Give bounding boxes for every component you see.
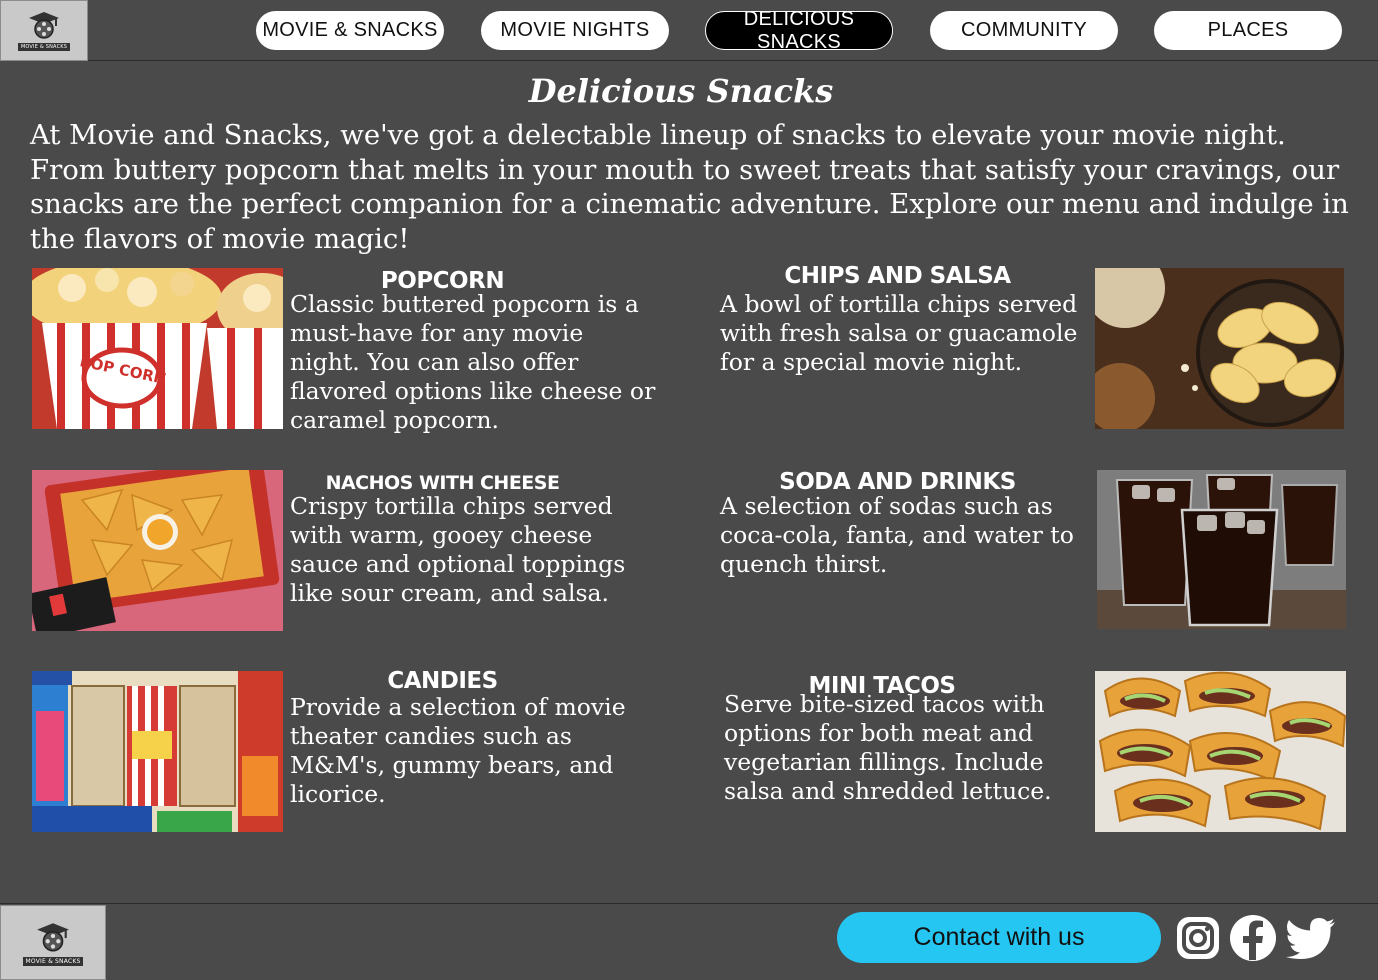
snack-desc-candies: Provide a selection of movie theater can… <box>290 693 626 808</box>
snack-desc-chips-and-salsa: A bowl of tortilla chips served with fre… <box>720 290 1078 376</box>
chips-and-salsa-image <box>1095 268 1344 429</box>
footer-logo-caption: MOVIE & SNACKS <box>22 956 84 966</box>
film-reel-logo-icon <box>29 12 59 39</box>
mini-tacos-image <box>1095 671 1346 832</box>
contact-button[interactable]: Contact with us <box>837 912 1161 963</box>
snack-title-chips-and-salsa: CHIPS AND SALSA <box>784 263 1011 289</box>
nav-delicious-snacks[interactable]: DELICIOUS SNACKS <box>705 8 893 53</box>
instagram-icon[interactable] <box>1174 914 1222 962</box>
snack-desc-mini-tacos: Serve bite-sized tacos with options for … <box>724 690 1052 805</box>
intro-paragraph: At Movie and Snacks, we've got a delecta… <box>30 119 1349 255</box>
snack-desc-soda-and-drinks: A selection of sodas such as coca-cola, … <box>720 492 1074 578</box>
snack-title-nachos: NACHOS WITH CHEESE <box>325 472 560 494</box>
nav-movie-and-snacks[interactable]: MOVIE & SNACKS <box>256 11 444 50</box>
page-title: Delicious Snacks <box>528 72 834 110</box>
nav-community[interactable]: COMMUNITY <box>930 11 1118 50</box>
candies-image <box>32 671 283 832</box>
soda-image <box>1097 470 1346 629</box>
facebook-icon[interactable] <box>1229 914 1277 962</box>
popcorn-image: POP CORN <box>32 268 283 429</box>
snack-desc-nachos: Crispy tortilla chips served with warm, … <box>290 492 626 607</box>
site-logo[interactable]: MOVIE & SNACKS <box>0 0 88 61</box>
footer-logo[interactable]: MOVIE & SNACKS <box>0 905 106 980</box>
footer-bar <box>0 903 1378 980</box>
logo-caption: MOVIE & SNACKS <box>17 43 71 51</box>
nav-movie-nights[interactable]: MOVIE NIGHTS <box>481 11 669 50</box>
snack-desc-popcorn: Classic buttered popcorn is a must-have … <box>290 290 656 434</box>
twitter-icon[interactable] <box>1285 914 1337 962</box>
film-reel-logo-icon <box>37 922 69 952</box>
nav-places[interactable]: PLACES <box>1154 11 1342 50</box>
snack-title-candies: CANDIES <box>387 668 498 694</box>
nachos-image <box>32 470 283 631</box>
